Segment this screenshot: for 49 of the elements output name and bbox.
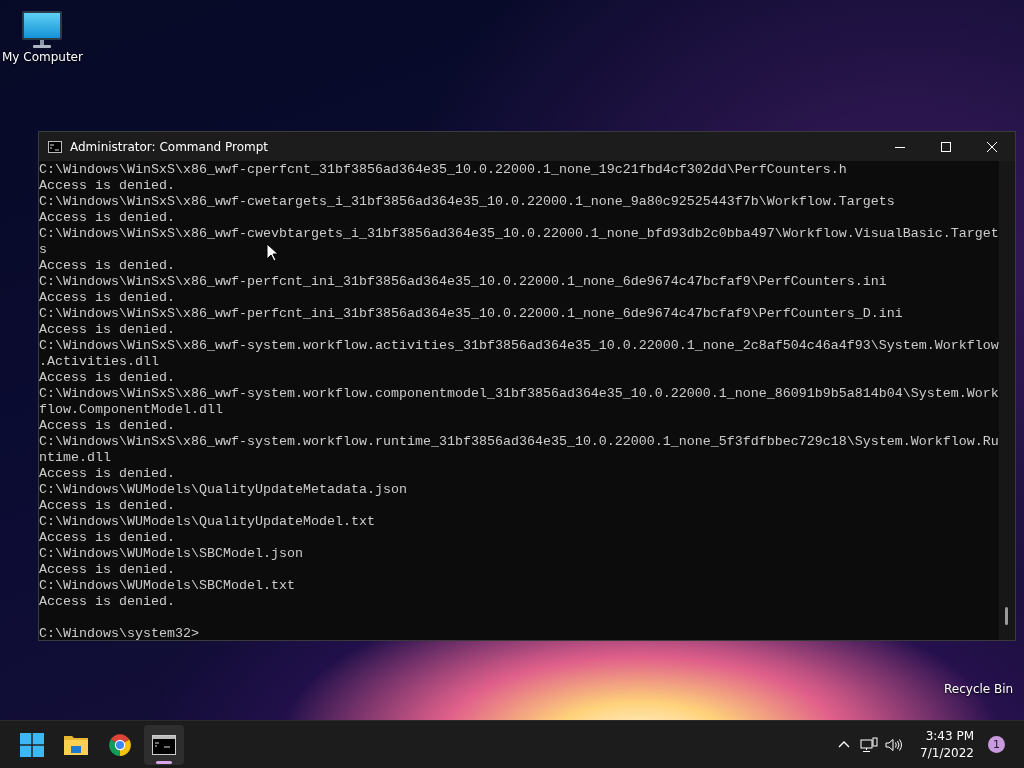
console-line: C:\Windows\WUModels\SBCModel.txt (39, 578, 295, 594)
console-line: C:\Windows\WinSxS\x86_wwf-perfcnt_ini_31bf3856ad364e35_10.0.22000.1_none_6de9674c47bcfaf9\PerfCounters.ini (39, 274, 887, 290)
console-line: Access is denied. (39, 258, 175, 274)
console-line: .Activities.dll (39, 354, 159, 370)
console-line: Access is denied. (39, 210, 175, 226)
console-line: C:\Windows\WUModels\SBCModel.json (39, 546, 303, 562)
terminal-icon (152, 734, 176, 755)
folder-icon (63, 733, 89, 756)
clock-date[interactable]: 7/1/2022 (920, 744, 974, 762)
console-line: Access is denied. (39, 594, 175, 610)
console-line: C:\Windows\WUModels\QualityUpdateMetadata.json (39, 482, 407, 498)
console-line: Access is denied. (39, 178, 175, 194)
clock-time[interactable]: 3:43 PM (925, 727, 974, 745)
active-indicator (156, 760, 172, 764)
start-icon (20, 732, 44, 757)
maximize-icon (941, 141, 951, 152)
close-icon (987, 141, 997, 152)
console-line: Access is denied. (39, 418, 175, 434)
console-line: C:\Windows\WinSxS\x86_wwf-system.workflow.componentmodel_31bf3856ad364e35_10.0.22000.1_none_86091b9b5a814b04\System.Work (39, 386, 999, 402)
window-title: Administrator: Command Prompt (70, 139, 269, 154)
desktop-icon-label[interactable]: My Computer (2, 50, 83, 64)
console-line: Access is denied. (39, 530, 175, 546)
monitor-icon[interactable] (20, 10, 65, 50)
console-line: C:\Windows\WinSxS\x86_wwf-system.workflow.runtime_31bf3856ad364e35_10.0.22000.1_none_5f3fdfbbec729c18\System.Workflow.Ru (39, 434, 999, 450)
console-icon (48, 140, 62, 153)
scrollbar[interactable] (999, 161, 1015, 640)
console-line: C:\Windows\WinSxS\x86_wwf-cperfcnt_31bf3856ad364e35_10.0.22000.1_none_19c21fbd4cf302dd\PerfCounters.h (39, 162, 847, 178)
mouse-cursor-icon (266, 243, 278, 262)
console-line: C:\Windows\WinSxS\x86_wwf-cwevbtargets_i_31bf3856ad364e35_10.0.22000.1_none_bfd93db2c0bba497\Workflow.VisualBasic.Target (39, 226, 999, 242)
console-line: C:\Windows\WinSxS\x86_wwf-cwetargets_i_31bf3856ad364e35_10.0.22000.1_none_9a80c92525443f7b\Workflow.Targets (39, 194, 895, 210)
taskbar-app-button[interactable] (144, 724, 184, 765)
console-line: Access is denied. (39, 370, 175, 386)
console-line: ntime.dll (39, 450, 111, 466)
browser-icon (108, 732, 132, 757)
console-line: Access is denied. (39, 290, 175, 306)
console-line: C:\Windows\WUModels\QualityUpdateModel.txt (39, 514, 375, 530)
console-line: Access is denied. (39, 466, 175, 482)
notification-badge[interactable]: 1 (988, 736, 1005, 753)
console-line: C:\Windows\WinSxS\x86_wwf-perfcnt_ini_31bf3856ad364e35_10.0.22000.1_none_6de9674c47bcfaf9\PerfCounters_D.ini (39, 306, 903, 322)
console-line: flow.ComponentModel.dll (39, 402, 223, 418)
scrollbar-thumb[interactable] (1005, 607, 1008, 625)
console-line: Access is denied. (39, 322, 175, 338)
console-line: Access is denied. (39, 498, 175, 514)
command-prompt[interactable]: C:\Windows\system32> (39, 626, 199, 642)
caret-up-icon (837, 741, 850, 748)
console-line: C:\Windows\WinSxS\x86_wwf-system.workflow.activities_31bf3856ad364e35_10.0.22000.1_none_2c8af504c46a4f93\System.Workflow (39, 338, 999, 354)
console-line: Access is denied. (39, 562, 175, 578)
desktop-icon-label[interactable]: Recycle Bin (944, 682, 1014, 696)
console-line: s (39, 242, 47, 258)
